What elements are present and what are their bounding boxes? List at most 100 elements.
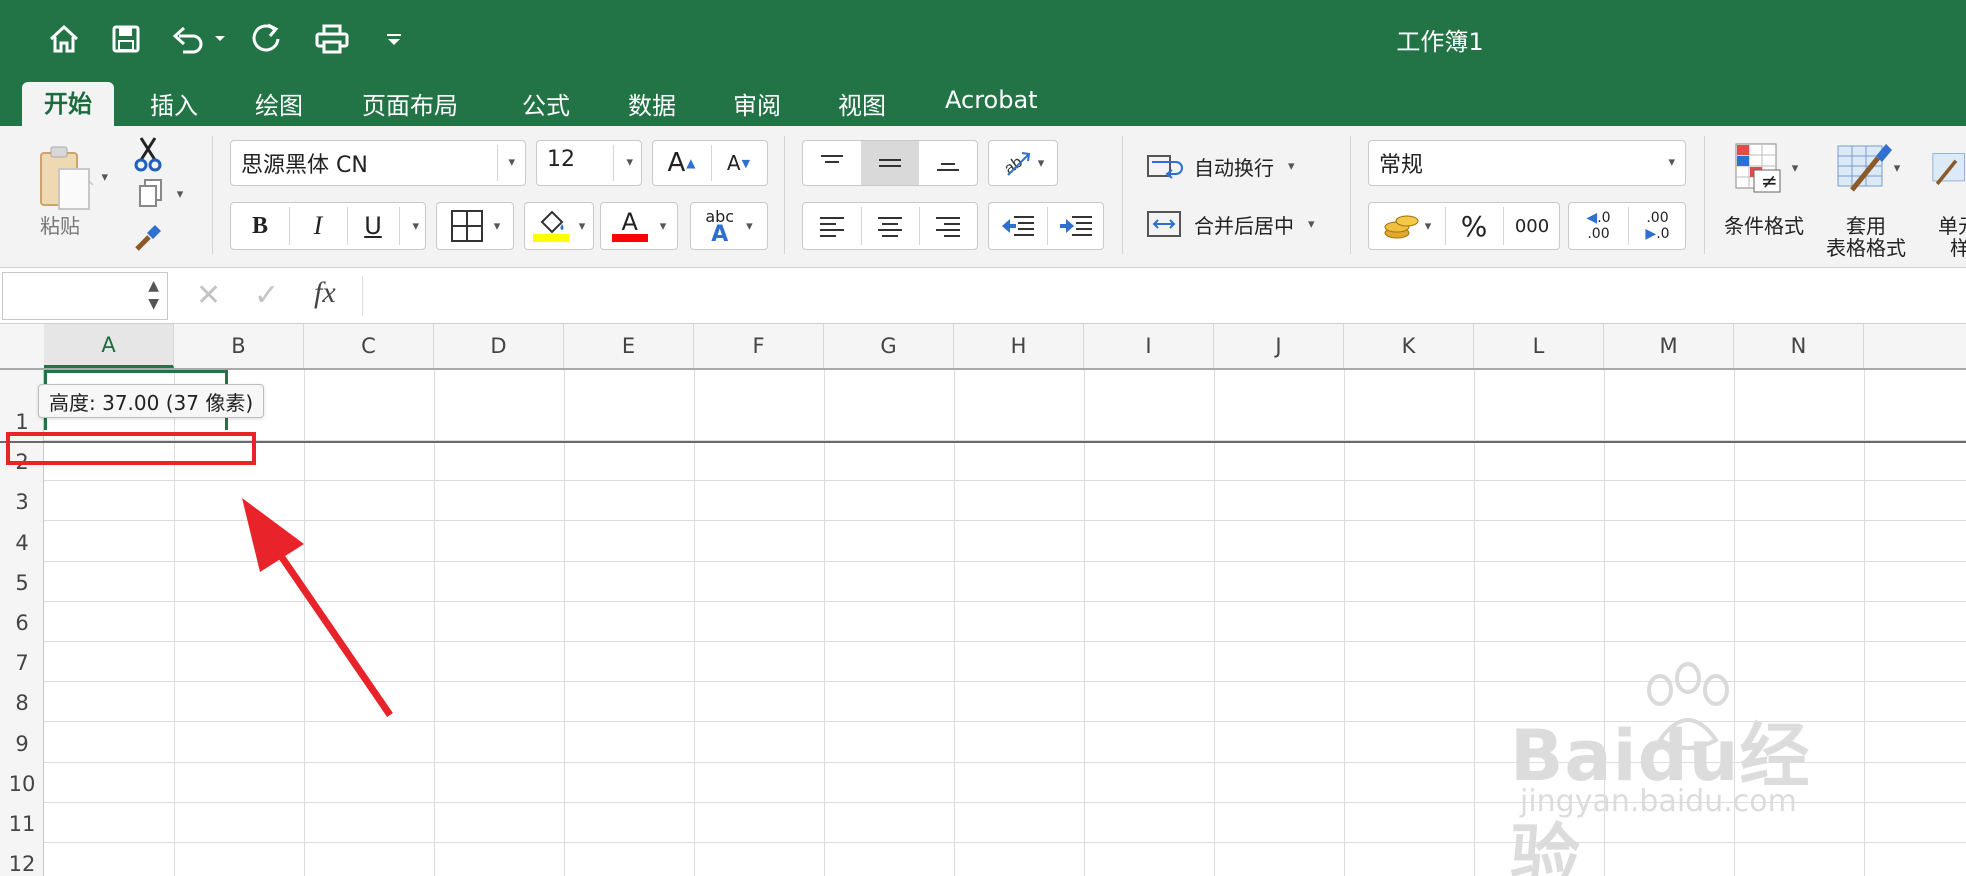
column-header-a[interactable]: A [44,324,174,368]
home-icon[interactable] [44,18,84,60]
tab-acrobat[interactable]: Acrobat [945,84,1038,126]
format-as-table-button[interactable]: ▾ [1824,140,1910,196]
name-box-spinner-icon[interactable]: ▲ ▼ [148,277,159,313]
conditional-format-button[interactable]: ≠ ▾ [1722,140,1808,196]
tab-insert[interactable]: 插入 [150,84,198,126]
name-box[interactable]: ▲ ▼ [2,272,168,320]
save-icon[interactable] [106,18,146,60]
decrease-decimal-button[interactable]: .00 ▶.0 [1628,210,1687,242]
column-header-l[interactable]: L [1474,324,1604,368]
redo-icon[interactable] [248,18,288,60]
chevron-down-icon[interactable]: ▾ [1038,156,1045,171]
column-header-f[interactable]: F [694,324,824,368]
chevron-down-icon[interactable]: ▾ [1894,161,1901,176]
tab-data[interactable]: 数据 [628,84,676,126]
chevron-down-icon[interactable]: ▾ [626,155,633,170]
format-as-table-icon [1837,144,1892,192]
wrap-text-button[interactable]: 自动换行 ▾ [1146,148,1295,184]
row-header-11[interactable]: 11 [0,812,44,836]
chevron-down-icon[interactable]: ▾ [1792,161,1799,176]
chevron-down-icon[interactable]: ▾ [746,219,753,234]
chevron-down-icon[interactable]: ▾ [1425,219,1432,234]
cut-icon[interactable] [130,134,166,174]
column-header-g[interactable]: G [824,324,954,368]
column-header-d[interactable]: D [434,324,564,368]
row-header-6[interactable]: 6 [0,611,44,635]
column-header-b[interactable]: B [174,324,304,368]
chevron-down-icon[interactable]: ▾ [508,155,515,170]
phonetic-guide-button[interactable]: abc A ▾ [690,202,768,250]
tab-formulas[interactable]: 公式 [522,84,570,126]
chevron-down-icon[interactable]: ▾ [1308,217,1315,232]
orientation-button[interactable]: ab ▾ [988,140,1058,186]
chevron-down-icon[interactable]: ▾ [494,219,501,234]
font-color-button[interactable]: A ▾ [600,202,678,250]
shrink-font-button[interactable]: A ▼ [710,151,767,175]
tab-draw[interactable]: 绘图 [255,84,303,126]
bold-button[interactable]: B [231,213,289,240]
paste-dropdown-icon[interactable]: ▾ [101,170,108,185]
tab-home[interactable]: 开始 [22,82,114,126]
accounting-format-button[interactable]: ▾ [1369,211,1445,241]
cell-styles-label-2: 样 [1950,236,1966,260]
font-color-icon: A [611,210,648,242]
column-header-n[interactable]: N [1734,324,1864,368]
align-top-button[interactable] [803,141,861,185]
row-header-10[interactable]: 10 [0,772,44,796]
row-header-7[interactable]: 7 [0,651,44,675]
copy-dropdown-icon[interactable]: ▾ [177,187,184,202]
customize-icon[interactable] [380,18,408,60]
print-icon[interactable] [310,18,354,60]
grow-font-button[interactable]: A ▲ [653,148,710,178]
chevron-down-icon[interactable]: ▾ [579,219,586,234]
tab-review[interactable]: 审阅 [733,84,781,126]
format-painter-icon[interactable] [130,220,166,256]
insert-function-icon[interactable]: fx [314,276,336,310]
column-header-m[interactable]: M [1604,324,1734,368]
row-header-9[interactable]: 9 [0,732,44,756]
increase-indent-button[interactable] [1047,214,1105,238]
comma-style-button[interactable]: 000 [1503,216,1561,237]
ribbon-separator [1122,136,1123,254]
chevron-down-icon[interactable]: ▾ [1668,155,1675,170]
row-header-12[interactable]: 12 [0,852,44,876]
align-center-button[interactable] [861,215,919,237]
borders-button[interactable]: ▾ [436,202,514,250]
column-header-e[interactable]: E [564,324,694,368]
column-header-h[interactable]: H [954,324,1084,368]
column-header-k[interactable]: K [1344,324,1474,368]
row-header-8[interactable]: 8 [0,691,44,715]
font-name-select[interactable]: 思源黑体 CN ▾ [230,140,526,186]
undo-icon[interactable] [168,18,230,60]
tab-view[interactable]: 视图 [838,84,886,126]
align-bottom-button[interactable] [919,141,977,185]
underline-dropdown-icon[interactable]: ▾ [412,219,419,234]
italic-button[interactable]: I [289,211,347,241]
font-size-select[interactable]: 12 ▾ [536,140,642,186]
align-left-button[interactable] [803,215,861,237]
underline-button[interactable]: U [347,212,399,240]
decrease-indent-button[interactable] [989,214,1047,238]
number-format-select[interactable]: 常规 ▾ [1368,140,1686,186]
row-header-5[interactable]: 5 [0,571,44,595]
column-headers: ABCDEFGHIJKLMN [0,324,1966,370]
copy-button[interactable]: ▾ [130,176,190,212]
column-header-i[interactable]: I [1084,324,1214,368]
row-header-4[interactable]: 4 [0,531,44,555]
column-header-j[interactable]: J [1214,324,1344,368]
tab-page-layout[interactable]: 页面布局 [362,84,458,126]
formula-input[interactable] [362,276,1966,316]
align-right-button[interactable] [919,215,977,237]
column-header-c[interactable]: C [304,324,434,368]
increase-decimal-button[interactable]: ◀.0 .00 [1569,210,1628,242]
chevron-down-icon[interactable]: ▾ [1288,159,1295,174]
chevron-down-icon[interactable]: ▾ [660,219,667,234]
row-header-3[interactable]: 3 [0,490,44,514]
percent-button[interactable]: % [1445,210,1503,243]
align-middle-button[interactable] [861,141,919,185]
cell-styles-button[interactable] [1930,140,1966,196]
enter-icon[interactable]: ✓ [254,278,279,313]
cancel-icon[interactable]: ✕ [196,278,221,313]
merge-center-button[interactable]: 合并后居中 ▾ [1146,206,1315,242]
fill-color-button[interactable]: ▾ [524,202,594,250]
